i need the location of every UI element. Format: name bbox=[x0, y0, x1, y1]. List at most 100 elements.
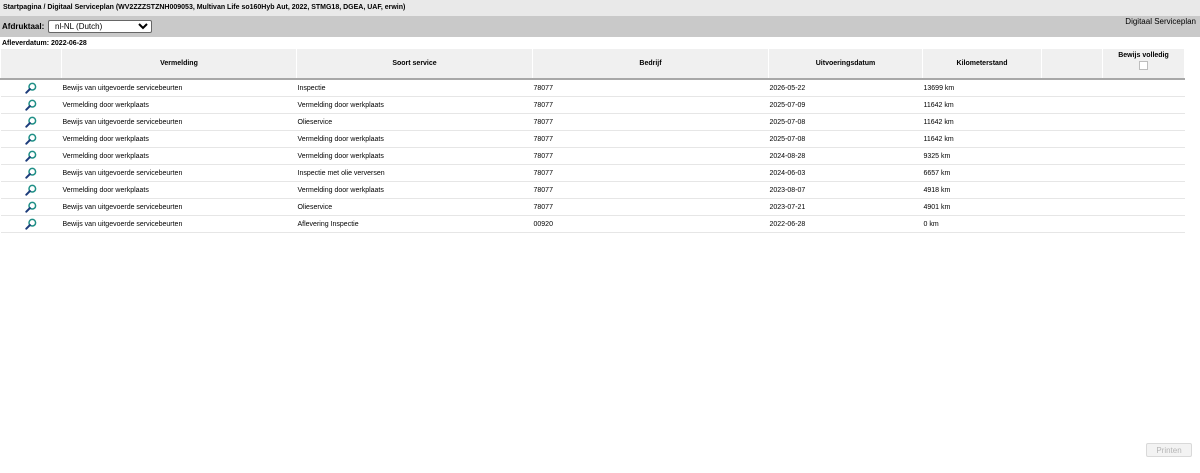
cell-uitvoeringsdatum: 2024-06-03 bbox=[768, 164, 923, 182]
cell-bedrijf: 78077 bbox=[532, 130, 769, 148]
cell-uitvoeringsdatum: 2023-08-07 bbox=[768, 181, 923, 199]
header-uitvoeringsdatum: Uitvoeringsdatum bbox=[768, 49, 923, 80]
cell-uitvoeringsdatum: 2023-07-21 bbox=[768, 198, 923, 216]
cell-soort-service: Inspectie bbox=[296, 79, 533, 97]
magnifier-icon[interactable] bbox=[25, 201, 37, 213]
cell-bedrijf: 78077 bbox=[532, 147, 769, 165]
cell-uitvoeringsdatum: 2026-05-22 bbox=[768, 79, 923, 97]
cell-bewijs-volledig bbox=[1102, 198, 1185, 216]
language-select[interactable]: nl-NL (Dutch) bbox=[48, 20, 152, 33]
table-header-row: Vermelding Soort service Bedrijf Uitvoer… bbox=[0, 49, 1185, 80]
cell-empty bbox=[1041, 147, 1103, 165]
cell-empty bbox=[1041, 164, 1103, 182]
cell-vermelding: Bewijs van uitgevoerde servicebeurten bbox=[61, 198, 297, 216]
language-label: Afdruktaal: bbox=[2, 22, 45, 31]
cell-kilometerstand: 13699 km bbox=[922, 79, 1042, 97]
cell-empty bbox=[1041, 215, 1103, 233]
header-bedrijf: Bedrijf bbox=[532, 49, 769, 80]
cell-bedrijf: 78077 bbox=[532, 79, 769, 97]
cell-bewijs-volledig bbox=[1102, 215, 1185, 233]
cell-empty bbox=[1041, 130, 1103, 148]
cell-bedrijf: 78077 bbox=[532, 113, 769, 131]
cell-soort-service: Vermelding door werkplaats bbox=[296, 181, 533, 199]
cell-soort-service: Vermelding door werkplaats bbox=[296, 96, 533, 114]
row-detail-cell bbox=[0, 198, 62, 216]
cell-kilometerstand: 4901 km bbox=[922, 198, 1042, 216]
cell-kilometerstand: 11642 km bbox=[922, 113, 1042, 131]
magnifier-icon[interactable] bbox=[25, 167, 37, 179]
header-icon-column bbox=[0, 49, 62, 80]
cell-vermelding: Bewijs van uitgevoerde servicebeurten bbox=[61, 164, 297, 182]
magnifier-icon[interactable] bbox=[25, 218, 37, 230]
cell-bewijs-volledig bbox=[1102, 181, 1185, 199]
header-soort-service: Soort service bbox=[296, 49, 533, 80]
table-row: Bewijs van uitgevoerde servicebeurten Afl… bbox=[0, 215, 1185, 233]
delivery-date: Afleverdatum: 2022-06-28 bbox=[2, 40, 87, 47]
row-detail-cell bbox=[0, 164, 62, 182]
cell-bewijs-volledig bbox=[1102, 130, 1185, 148]
magnifier-icon[interactable] bbox=[25, 82, 37, 94]
header-empty-column bbox=[1041, 49, 1103, 80]
magnifier-icon[interactable] bbox=[25, 150, 37, 162]
table-row: Bewijs van uitgevoerde servicebeurten Oli… bbox=[0, 113, 1185, 131]
magnifier-icon[interactable] bbox=[25, 184, 37, 196]
cell-vermelding: Bewijs van uitgevoerde servicebeurten bbox=[61, 113, 297, 131]
cell-bewijs-volledig bbox=[1102, 164, 1185, 182]
service-table: Vermelding Soort service Bedrijf Uitvoer… bbox=[0, 49, 1185, 233]
cell-soort-service: Inspectie met olie verversen bbox=[296, 164, 533, 182]
cell-uitvoeringsdatum: 2024-08-28 bbox=[768, 147, 923, 165]
cell-bedrijf: 00920 bbox=[532, 215, 769, 233]
cell-vermelding: Vermelding door werkplaats bbox=[61, 147, 297, 165]
cell-uitvoeringsdatum: 2025-07-09 bbox=[768, 96, 923, 114]
cell-kilometerstand: 11642 km bbox=[922, 130, 1042, 148]
header-bewijs-volledig: Bewijs volledig bbox=[1102, 49, 1185, 80]
magnifier-icon[interactable] bbox=[25, 133, 37, 145]
cell-bedrijf: 78077 bbox=[532, 181, 769, 199]
print-button[interactable]: Printen bbox=[1146, 443, 1192, 457]
row-detail-cell bbox=[0, 113, 62, 131]
cell-uitvoeringsdatum: 2022-06-28 bbox=[768, 215, 923, 233]
cell-bewijs-volledig bbox=[1102, 147, 1185, 165]
table-row: Vermelding door werkplaats Vermelding doo… bbox=[0, 96, 1185, 114]
cell-uitvoeringsdatum: 2025-07-08 bbox=[768, 113, 923, 131]
cell-kilometerstand: 4918 km bbox=[922, 181, 1042, 199]
row-detail-cell bbox=[0, 181, 62, 199]
cell-empty bbox=[1041, 198, 1103, 216]
magnifier-icon[interactable] bbox=[25, 99, 37, 111]
table-row: Bewijs van uitgevoerde servicebeurten Ins… bbox=[0, 79, 1185, 97]
cell-vermelding: Vermelding door werkplaats bbox=[61, 96, 297, 114]
toolbar: Afdruktaal: nl-NL (Dutch) Digitaal Servi… bbox=[0, 16, 1200, 37]
row-detail-cell bbox=[0, 96, 62, 114]
cell-empty bbox=[1041, 113, 1103, 131]
header-kilometerstand: Kilometerstand bbox=[922, 49, 1042, 80]
cell-bedrijf: 78077 bbox=[532, 96, 769, 114]
cell-bewijs-volledig bbox=[1102, 113, 1185, 131]
bewijs-volledig-checkbox[interactable] bbox=[1139, 61, 1148, 70]
cell-soort-service: Olieservice bbox=[296, 113, 533, 131]
cell-soort-service: Vermelding door werkplaats bbox=[296, 147, 533, 165]
cell-kilometerstand: 11642 km bbox=[922, 96, 1042, 114]
cell-vermelding: Bewijs van uitgevoerde servicebeurten bbox=[61, 79, 297, 97]
table-row: Bewijs van uitgevoerde servicebeurten Oli… bbox=[0, 198, 1185, 216]
cell-soort-service: Vermelding door werkplaats bbox=[296, 130, 533, 148]
table-row: Vermelding door werkplaats Vermelding doo… bbox=[0, 130, 1185, 148]
cell-soort-service: Aflevering Inspectie bbox=[296, 215, 533, 233]
cell-vermelding: Vermelding door werkplaats bbox=[61, 130, 297, 148]
cell-kilometerstand: 6657 km bbox=[922, 164, 1042, 182]
row-detail-cell bbox=[0, 215, 62, 233]
cell-empty bbox=[1041, 181, 1103, 199]
cell-bewijs-volledig bbox=[1102, 96, 1185, 114]
cell-empty bbox=[1041, 79, 1103, 97]
row-detail-cell bbox=[0, 147, 62, 165]
cell-uitvoeringsdatum: 2025-07-08 bbox=[768, 130, 923, 148]
breadcrumb: Startpagina / Digitaal Serviceplan (WV2Z… bbox=[0, 0, 1200, 16]
cell-soort-service: Olieservice bbox=[296, 198, 533, 216]
magnifier-icon[interactable] bbox=[25, 116, 37, 128]
cell-bewijs-volledig bbox=[1102, 79, 1185, 97]
header-bewijs-label: Bewijs volledig bbox=[1118, 52, 1169, 59]
cell-kilometerstand: 9325 km bbox=[922, 147, 1042, 165]
cell-bedrijf: 78077 bbox=[532, 198, 769, 216]
table-row: Vermelding door werkplaats Vermelding doo… bbox=[0, 147, 1185, 165]
cell-kilometerstand: 0 km bbox=[922, 215, 1042, 233]
row-detail-cell bbox=[0, 130, 62, 148]
